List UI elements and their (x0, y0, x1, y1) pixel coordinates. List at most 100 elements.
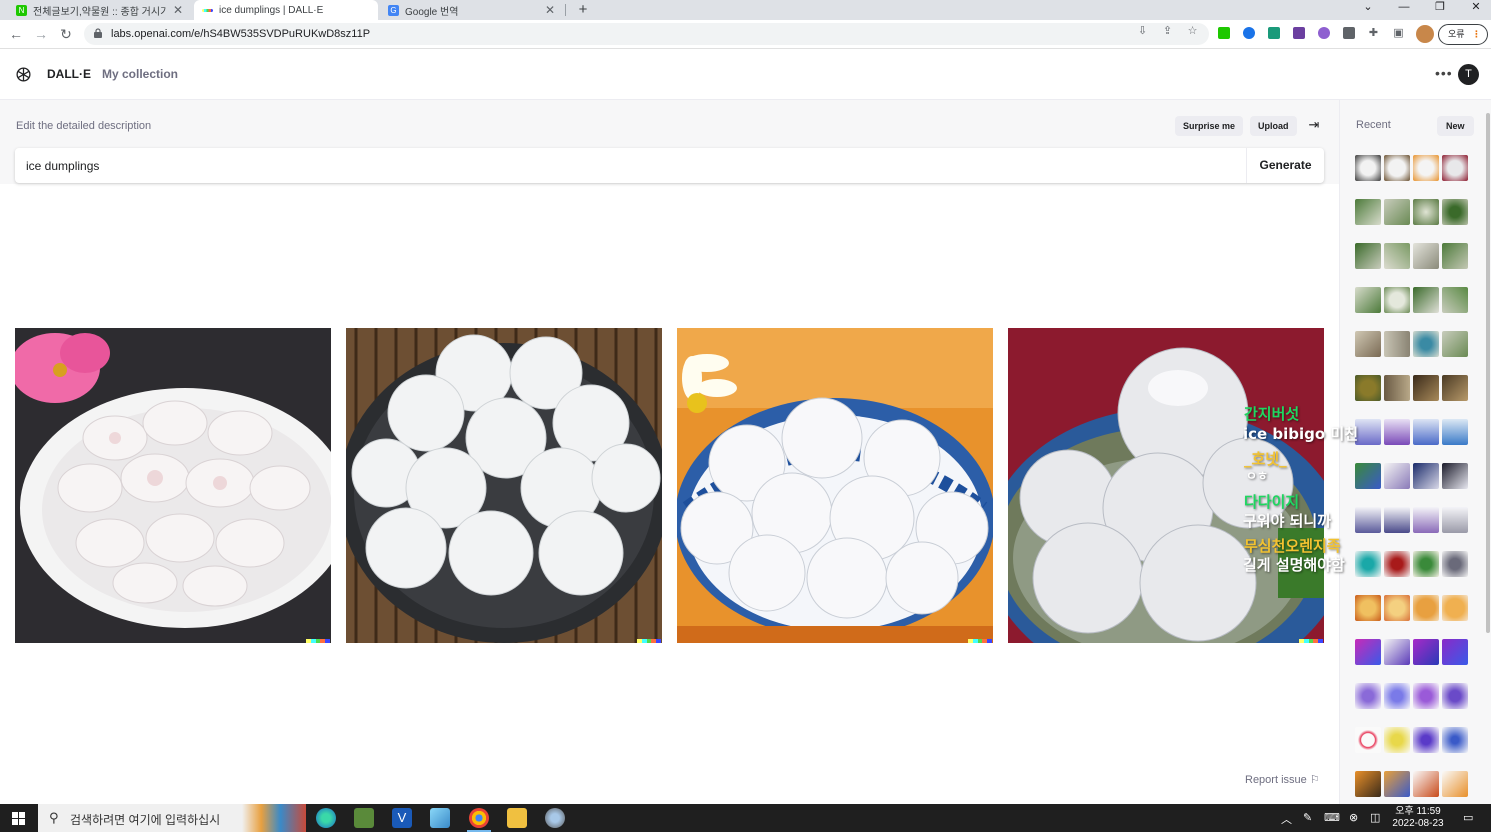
taskbar-clock[interactable]: 오후 11:59 2022-08-23 (1390, 806, 1446, 830)
more-options-icon[interactable]: ••• (1435, 65, 1453, 81)
browser-tab-2[interactable]: ice dumplings | DALL·E (194, 0, 378, 20)
scrollbar-thumb[interactable] (1486, 113, 1490, 633)
recent-thumb[interactable] (1384, 595, 1410, 621)
extension-blue-icon[interactable] (1243, 27, 1255, 39)
recent-thumb[interactable] (1413, 771, 1439, 797)
windows-start-icon[interactable] (12, 812, 25, 825)
recent-thumb[interactable] (1413, 375, 1439, 401)
tray-chevron-icon[interactable]: ︿ (1281, 811, 1292, 827)
extension-green-icon[interactable] (1218, 27, 1230, 39)
recent-thumb[interactable] (1355, 419, 1381, 445)
recent-thumb[interactable] (1384, 639, 1410, 665)
recent-thumb[interactable] (1442, 683, 1468, 709)
recent-thumb[interactable] (1442, 639, 1468, 665)
upload-button[interactable]: Upload (1250, 116, 1297, 136)
restore-icon[interactable]: ❐ (1422, 0, 1458, 20)
app-icon[interactable] (430, 808, 450, 828)
keyboard-icon[interactable]: ⌨ (1324, 811, 1340, 824)
recent-thumb[interactable] (1413, 155, 1439, 181)
recent-thumb[interactable] (1442, 243, 1468, 269)
minimize-icon[interactable]: — (1386, 0, 1422, 20)
close-tab-icon[interactable]: ✕ (172, 3, 184, 17)
recent-thumb[interactable] (1384, 551, 1410, 577)
new-tab-button[interactable]: + (574, 0, 592, 20)
recent-thumb[interactable] (1355, 639, 1381, 665)
recent-thumb[interactable] (1413, 331, 1439, 357)
surprise-me-button[interactable]: Surprise me (1175, 116, 1244, 136)
recent-thumb[interactable] (1384, 287, 1410, 313)
recent-thumb[interactable] (1355, 727, 1381, 753)
network-icon[interactable]: ⊗ (1349, 811, 1358, 824)
recent-thumb[interactable] (1442, 199, 1468, 225)
recent-thumb[interactable] (1384, 155, 1410, 181)
recent-thumb[interactable] (1413, 287, 1439, 313)
recent-thumb[interactable] (1355, 771, 1381, 797)
new-button[interactable]: New (1437, 116, 1474, 136)
result-image-2[interactable] (346, 328, 662, 643)
prompt-input[interactable] (15, 148, 1245, 183)
recent-thumb[interactable] (1442, 155, 1468, 181)
recent-thumb[interactable] (1355, 463, 1381, 489)
recent-thumb[interactable] (1355, 287, 1381, 313)
app-icon[interactable] (545, 808, 565, 828)
ime-icon[interactable]: ◫ (1370, 811, 1380, 824)
recent-thumb[interactable] (1384, 375, 1410, 401)
error-button[interactable]: 오류 ⋮ (1438, 24, 1488, 45)
recent-thumb[interactable] (1384, 507, 1410, 533)
result-image-3[interactable] (677, 328, 993, 643)
recent-thumb[interactable] (1355, 551, 1381, 577)
recent-thumb[interactable] (1384, 771, 1410, 797)
recent-thumb[interactable] (1442, 463, 1468, 489)
recent-thumb[interactable] (1355, 683, 1381, 709)
recent-thumb[interactable] (1413, 727, 1439, 753)
share-icon[interactable]: ⇪ (1161, 25, 1174, 38)
address-bar[interactable]: labs.openai.com/e/hS4BW535SVDPuRUKwD8sz1… (84, 23, 1209, 45)
v-app-icon[interactable]: V (392, 808, 412, 828)
recent-thumb[interactable] (1384, 727, 1410, 753)
recent-thumb[interactable] (1413, 507, 1439, 533)
result-image-1[interactable] (15, 328, 331, 643)
extension-v-icon[interactable] (1293, 27, 1305, 39)
recent-thumb[interactable] (1355, 375, 1381, 401)
collapse-sidebar-icon[interactable]: ⇥ (1306, 117, 1322, 133)
recent-thumb[interactable] (1442, 595, 1468, 621)
recent-thumb[interactable] (1413, 551, 1439, 577)
pen-icon[interactable]: ✎ (1303, 811, 1312, 824)
openai-logo-icon[interactable] (15, 66, 32, 83)
extension-teal-icon[interactable] (1268, 27, 1280, 39)
recent-thumb[interactable] (1442, 419, 1468, 445)
recent-thumb[interactable] (1442, 375, 1468, 401)
tab-search-icon[interactable]: ⌄ (1350, 0, 1386, 20)
recent-thumb[interactable] (1442, 331, 1468, 357)
notification-icon[interactable]: ▭ (1463, 811, 1473, 824)
recent-thumb[interactable] (1384, 331, 1410, 357)
recent-thumb[interactable] (1355, 595, 1381, 621)
brand-name[interactable]: DALL·E (47, 67, 91, 81)
bookmark-star-icon[interactable]: ☆ (1186, 25, 1199, 38)
extension-gray-icon[interactable] (1343, 27, 1355, 39)
profile-avatar[interactable] (1416, 25, 1434, 43)
user-avatar[interactable]: T (1458, 64, 1479, 85)
forward-icon[interactable]: → (31, 24, 51, 44)
recent-thumb[interactable] (1442, 727, 1468, 753)
close-tab-icon[interactable]: ✕ (544, 3, 556, 17)
recent-thumb[interactable] (1413, 419, 1439, 445)
recent-thumb[interactable] (1384, 243, 1410, 269)
recent-thumb[interactable] (1384, 199, 1410, 225)
recent-thumb[interactable] (1384, 463, 1410, 489)
file-explorer-icon[interactable] (507, 808, 527, 828)
recent-thumb[interactable] (1384, 683, 1410, 709)
recent-thumb[interactable] (1413, 639, 1439, 665)
extension-purple-icon[interactable] (1318, 27, 1330, 39)
generate-button[interactable]: Generate (1246, 148, 1324, 183)
recent-thumb[interactable] (1442, 287, 1468, 313)
edge-app-icon[interactable] (316, 808, 336, 828)
recent-thumb[interactable] (1384, 419, 1410, 445)
extensions-puzzle-icon[interactable]: ✚ (1367, 27, 1380, 40)
recent-thumb[interactable] (1413, 243, 1439, 269)
browser-tab-1[interactable]: N 전체글보기,약물원 :: 종합 거시기 ✕ (8, 0, 192, 20)
install-app-icon[interactable]: ⇩ (1136, 25, 1149, 38)
browser-tab-3[interactable]: G Google 번역 ✕ (380, 0, 564, 20)
close-window-icon[interactable]: ✕ (1458, 0, 1491, 20)
recent-thumb[interactable] (1413, 199, 1439, 225)
